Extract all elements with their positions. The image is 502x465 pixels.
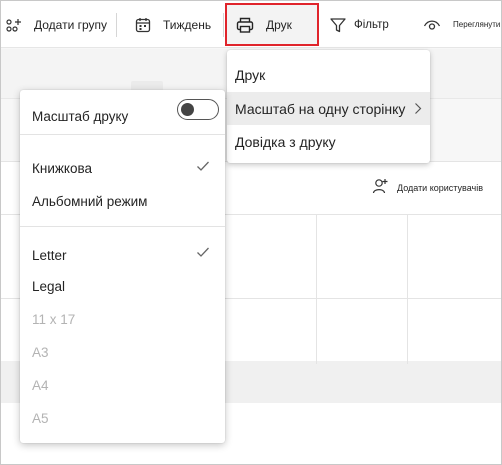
- paper-size-legal[interactable]: Legal: [32, 279, 65, 294]
- chevron-right-icon: [414, 102, 422, 118]
- add-person-icon: [371, 177, 389, 198]
- add-users-button[interactable]: Додати користувачів: [371, 177, 483, 198]
- paper-size-letter[interactable]: Letter: [32, 248, 67, 263]
- panel-divider: [20, 226, 225, 227]
- add-users-label: Додати користувачів: [397, 182, 483, 193]
- panel-divider: [20, 134, 225, 135]
- menu-item-print-help[interactable]: Довідка з друку: [227, 125, 430, 158]
- add-group-icon: [4, 15, 24, 35]
- calendar-icon: [134, 16, 152, 34]
- printer-icon: [235, 15, 255, 35]
- orientation-landscape[interactable]: Альбомний режим: [32, 194, 147, 209]
- menu-item-fit-one-page[interactable]: Масштаб на одну сторінку: [227, 92, 430, 125]
- print-scale-panel: Масштаб друку Книжкова Альбомний режим L…: [20, 90, 225, 443]
- add-group-label: Додати групу: [34, 17, 108, 32]
- view-label: Переглянути: [453, 20, 501, 29]
- add-group-button[interactable]: Додати групу: [4, 1, 107, 48]
- print-menu: Друк Масштаб на одну сторінку Довідка з …: [227, 50, 430, 163]
- print-button[interactable]: Друк: [235, 1, 292, 48]
- orientation-portrait[interactable]: Книжкова: [32, 161, 92, 176]
- week-label: Тиждень: [163, 17, 212, 32]
- eye-icon: [423, 16, 441, 34]
- menu-item-label: Масштаб на одну сторінку: [235, 100, 406, 117]
- view-button[interactable]: Переглянути: [423, 1, 500, 48]
- toggle-knob: [181, 103, 194, 116]
- filter-label: Фільтр: [354, 18, 389, 31]
- print-label: Друк: [266, 17, 292, 32]
- print-scale-label: Масштаб друку: [32, 109, 129, 124]
- filter-icon: [329, 16, 347, 34]
- paper-size-a5: A5: [32, 411, 49, 426]
- grid-line: [316, 214, 317, 364]
- grid-line: [407, 214, 408, 364]
- menu-item-label: Друк: [235, 66, 266, 83]
- paper-size-a3: A3: [32, 345, 49, 360]
- week-button[interactable]: Тиждень: [134, 1, 211, 48]
- app-frame: Додати користувачів Додати групу Тиждень…: [0, 0, 502, 465]
- checkmark-icon: [196, 160, 210, 175]
- menu-item-label: Довідка з друку: [235, 133, 336, 150]
- toolbar-divider: [223, 13, 224, 37]
- filter-button[interactable]: Фільтр: [329, 1, 389, 48]
- toolbar-divider: [116, 13, 117, 37]
- checkmark-icon: [196, 246, 210, 261]
- paper-size-a4: A4: [32, 378, 49, 393]
- menu-item-print[interactable]: Друк: [227, 58, 430, 91]
- toolbar: Додати групу Тиждень Друк Фільтр Перегля…: [1, 1, 501, 48]
- print-scale-toggle[interactable]: [177, 99, 219, 120]
- paper-size-11x17: 11 x 17: [32, 312, 76, 327]
